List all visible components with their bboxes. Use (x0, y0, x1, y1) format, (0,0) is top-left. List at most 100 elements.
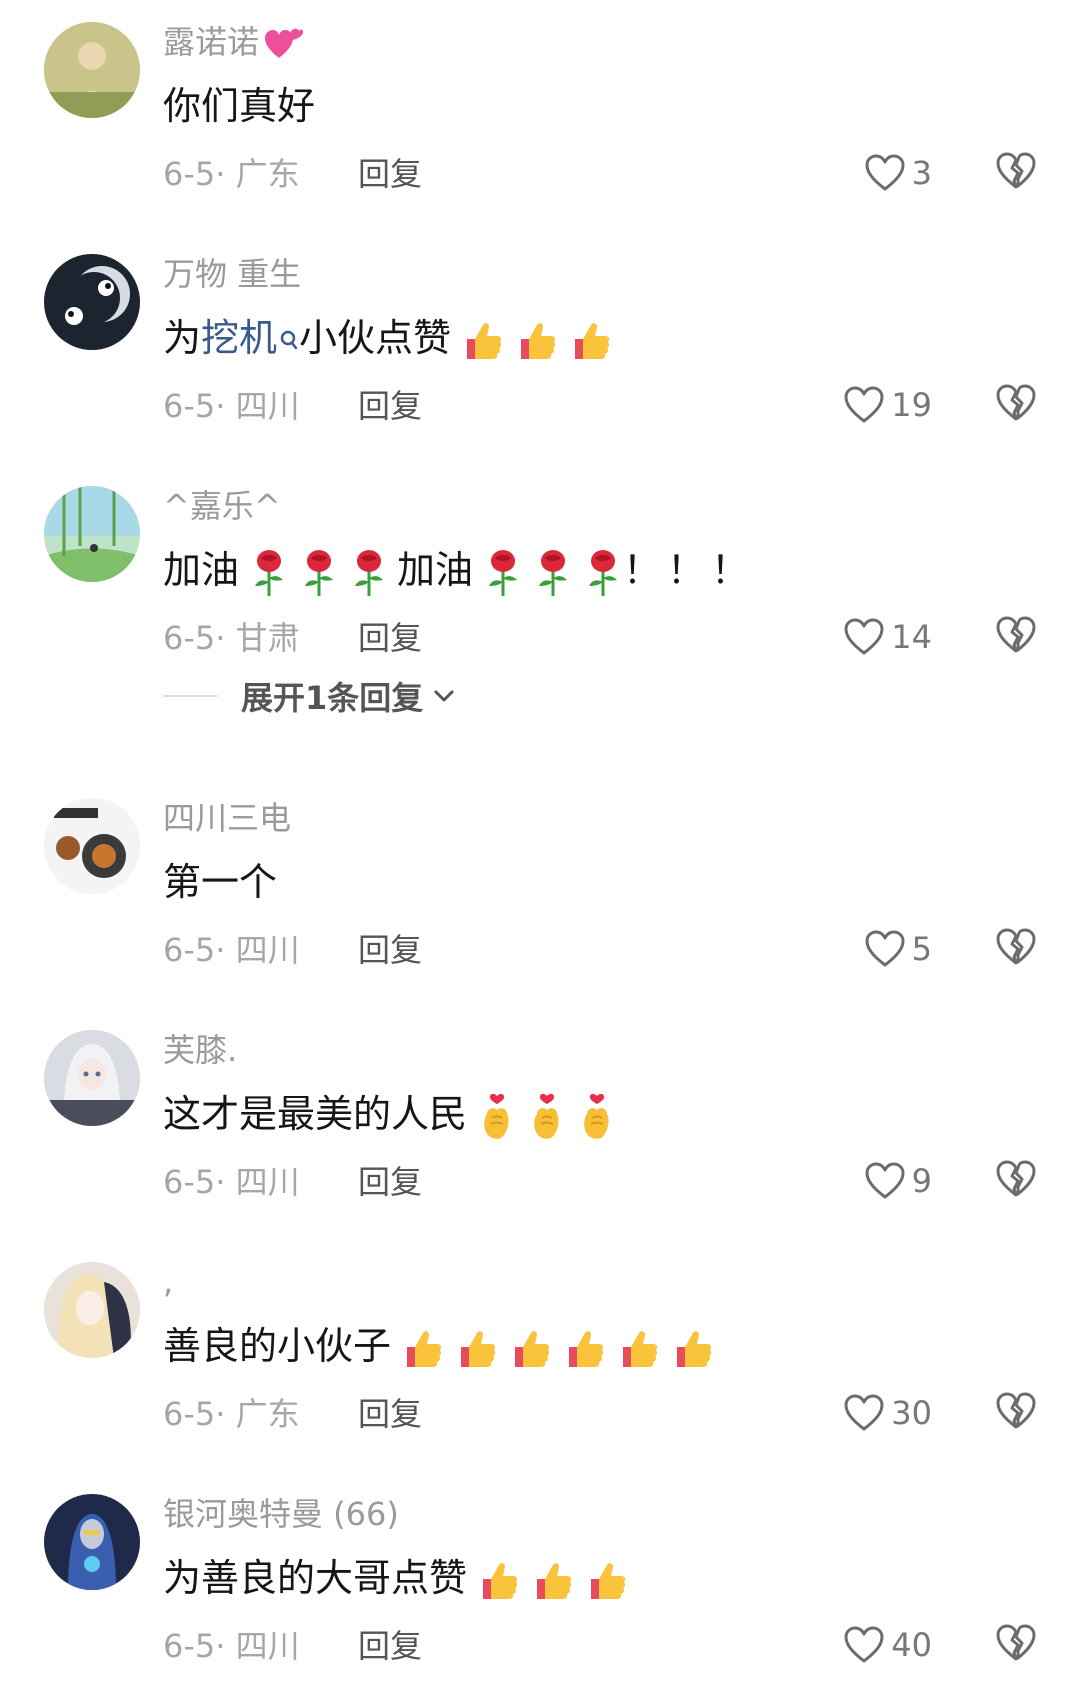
username[interactable]: 四川三电 (163, 796, 291, 840)
heart-outline-icon (843, 617, 885, 657)
username[interactable]: 露诺诺 (163, 20, 304, 64)
broken-heart-icon (995, 1158, 1037, 1200)
rose-emoji (249, 548, 289, 598)
thumbs-up-emoji (515, 319, 559, 363)
dislike-button[interactable] (995, 1622, 1037, 1666)
comment-meta: 6-5· 四川 (163, 1627, 300, 1665)
avatar[interactable] (44, 22, 140, 118)
comment-meta: 6-5· 广东 (163, 155, 300, 193)
thumbs-up-emoji (531, 1559, 575, 1603)
reply-button[interactable]: 回复 (358, 928, 422, 972)
comment-item: 露诺诺 你们真好 6-5· 广东 回复 3 (0, 0, 1080, 232)
comment-text: 第一个 (163, 860, 278, 904)
rose-emoji (349, 548, 389, 598)
thumbs-up-emoji (509, 1327, 553, 1371)
comment-meta: 6-5· 四川 (163, 1163, 300, 1201)
like-button[interactable]: 30 (843, 1390, 932, 1436)
thumbs-up-emoji (671, 1327, 715, 1371)
like-button[interactable]: 19 (843, 382, 932, 428)
dislike-button[interactable] (995, 382, 1037, 426)
username[interactable]: 银河奥特曼 (66) (163, 1492, 399, 1536)
rose-emoji (483, 548, 523, 598)
reply-button[interactable]: 回复 (358, 616, 422, 660)
dislike-button[interactable] (995, 1158, 1037, 1202)
reply-button[interactable]: 回复 (358, 1624, 422, 1668)
comment-meta: 6-5· 广东 (163, 1395, 300, 1433)
avatar[interactable] (44, 1494, 140, 1590)
heart-outline-icon (843, 385, 885, 425)
comment-item: 四川三电 第一个 6-5· 四川 回复 5 (0, 776, 1080, 1008)
comment-meta: 6-5· 四川 (163, 387, 300, 425)
heart-outline-icon (864, 153, 906, 193)
comment-text: 加油 加油！！！ (163, 544, 755, 598)
comment-text: 善良的小伙子 (163, 1320, 715, 1372)
username[interactable]: , (163, 1260, 173, 1304)
finger-heart-emoji (577, 1092, 617, 1142)
dislike-button[interactable] (995, 150, 1037, 194)
like-button[interactable]: 5 (864, 926, 932, 972)
like-button[interactable]: 14 (843, 614, 932, 660)
like-count: 3 (911, 154, 932, 192)
rose-emoji (583, 548, 623, 598)
username[interactable]: 芙膝. (163, 1028, 237, 1072)
thumbs-up-emoji (563, 1327, 607, 1371)
broken-heart-icon (995, 614, 1037, 656)
avatar[interactable] (44, 254, 140, 350)
thumbs-up-emoji (455, 1327, 499, 1371)
comment-text: 为善良的大哥点赞 (163, 1552, 629, 1604)
avatar[interactable] (44, 486, 140, 582)
broken-heart-icon (995, 926, 1037, 968)
broken-heart-icon (995, 1390, 1037, 1432)
like-count: 5 (911, 930, 932, 968)
chevron-down-icon (433, 688, 455, 704)
like-count: 40 (891, 1626, 932, 1664)
heart-outline-icon (864, 929, 906, 969)
reply-button[interactable]: 回复 (358, 384, 422, 428)
avatar[interactable] (44, 1030, 140, 1126)
like-count: 19 (891, 386, 932, 424)
like-button[interactable]: 3 (864, 150, 932, 196)
like-button[interactable]: 9 (864, 1158, 932, 1204)
thumbs-up-emoji (477, 1559, 521, 1603)
search-link[interactable]: 挖机 (201, 316, 277, 360)
comment-text: 为挖机 小伙点赞 (163, 312, 613, 364)
comment-item: 银河奥特曼 (66) 为善良的大哥点赞 6-5· 四川 回复 40 (0, 1472, 1080, 1704)
finger-heart-emoji (527, 1092, 567, 1142)
like-count: 30 (891, 1394, 932, 1432)
thumbs-up-emoji (461, 319, 505, 363)
finger-heart-emoji (477, 1092, 517, 1142)
reply-button[interactable]: 回复 (358, 152, 422, 196)
comment-item: 万物 重生 为挖机 小伙点赞 6-5· 四川 回复 19 (0, 232, 1080, 464)
dislike-button[interactable] (995, 614, 1037, 658)
heart-outline-icon (864, 1161, 906, 1201)
search-icon[interactable] (279, 312, 299, 364)
thumbs-up-emoji (585, 1559, 629, 1603)
comment-item: , 善良的小伙子 6-5· 广东 回复 30 (0, 1240, 1080, 1472)
like-button[interactable]: 40 (843, 1622, 932, 1668)
thumbs-up-emoji (569, 319, 613, 363)
broken-heart-icon (995, 1622, 1037, 1664)
broken-heart-icon (995, 150, 1037, 192)
rose-emoji (299, 548, 339, 598)
like-count: 14 (891, 618, 932, 656)
reply-button[interactable]: 回复 (358, 1392, 422, 1436)
two-hearts-emoji (263, 26, 304, 62)
comment-text: 这才是最美的人民 (163, 1088, 617, 1142)
avatar[interactable] (44, 798, 140, 894)
dislike-button[interactable] (995, 1390, 1037, 1434)
comment-meta: 6-5· 甘肃 (163, 619, 300, 657)
comment-text: 你们真好 (163, 84, 316, 128)
rose-emoji (533, 548, 573, 598)
username[interactable]: 万物 重生 (163, 252, 301, 296)
username[interactable]: ^嘉乐^ (163, 484, 281, 528)
avatar[interactable] (44, 1262, 140, 1358)
comment-item: 芙膝. 这才是最美的人民 6-5· 四川 回复 9 (0, 1008, 1080, 1240)
dislike-button[interactable] (995, 926, 1037, 970)
expand-replies-button[interactable]: 展开1条回复 (163, 674, 455, 718)
comment-meta: 6-5· 四川 (163, 931, 300, 969)
thumbs-up-emoji (617, 1327, 661, 1371)
broken-heart-icon (995, 382, 1037, 424)
divider (163, 695, 217, 697)
like-count: 9 (911, 1162, 932, 1200)
reply-button[interactable]: 回复 (358, 1160, 422, 1204)
